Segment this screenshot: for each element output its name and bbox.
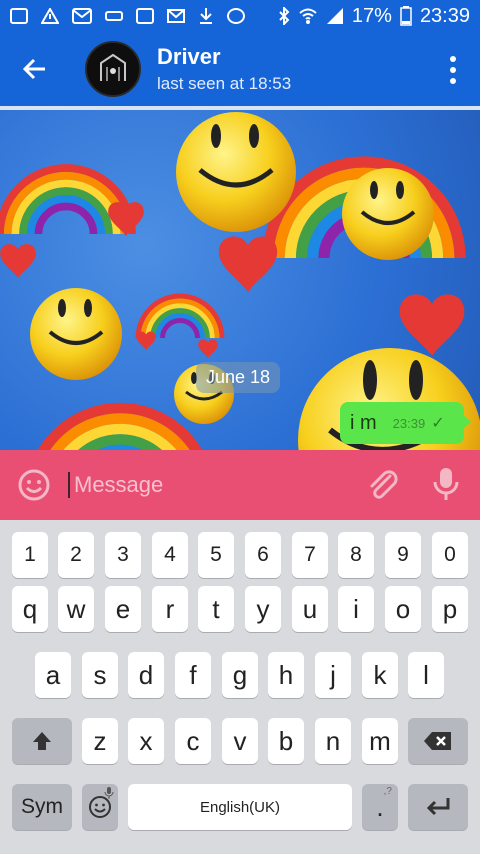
backspace-key[interactable] <box>408 718 468 764</box>
emoji-button[interactable] <box>0 450 68 520</box>
keyboard-icon <box>105 11 123 21</box>
message-input[interactable] <box>68 472 348 498</box>
key-f[interactable]: f <box>175 652 211 698</box>
key-v[interactable]: v <box>222 718 258 764</box>
notification-icons <box>10 7 245 25</box>
backspace-icon <box>424 732 451 750</box>
avatar[interactable] <box>85 41 141 97</box>
key-u[interactable]: u <box>292 586 328 632</box>
space-key[interactable]: English(UK) <box>128 784 352 830</box>
key-m[interactable]: m <box>362 718 398 764</box>
outgoing-message[interactable]: i m 23:39 ✓ <box>340 402 471 444</box>
key-0[interactable]: 0 <box>432 532 468 578</box>
date-separator: June 18 <box>196 362 281 393</box>
wifi-icon <box>299 8 317 24</box>
key-l[interactable]: l <box>408 652 444 698</box>
key-d[interactable]: d <box>128 652 164 698</box>
key-c[interactable]: c <box>175 718 211 764</box>
key-8[interactable]: 8 <box>338 532 374 578</box>
enter-key[interactable] <box>408 784 468 830</box>
status-bar: 17% 23:39 <box>0 0 480 32</box>
chat-header: Driver last seen at 18:53 <box>0 32 480 106</box>
key-e[interactable]: e <box>105 586 141 632</box>
shift-key[interactable] <box>12 718 72 764</box>
more-options-icon[interactable] <box>448 56 458 84</box>
key-h[interactable]: h <box>268 652 304 698</box>
key-3[interactable]: 3 <box>105 532 141 578</box>
key-o[interactable]: o <box>385 586 421 632</box>
microphone-icon[interactable] <box>432 466 460 502</box>
key-q[interactable]: q <box>12 586 48 632</box>
key-b[interactable]: b <box>268 718 304 764</box>
attach-icon[interactable] <box>366 468 400 502</box>
sym-key[interactable]: Sym <box>12 784 72 830</box>
message-time: 23:39 <box>392 415 426 431</box>
chat-wallpaper <box>0 112 480 450</box>
smiley-icon <box>18 469 50 501</box>
chat-title-block[interactable]: Driver last seen at 18:53 <box>157 44 291 94</box>
check-icon: ✓ <box>431 415 445 432</box>
keyboard: 1 2 3 4 5 6 7 8 9 0 q w e r t y u i o p … <box>0 520 480 854</box>
key-k[interactable]: k <box>362 652 398 698</box>
chat-title: Driver <box>157 44 221 69</box>
enter-icon <box>426 798 450 816</box>
image-icon <box>136 8 154 24</box>
bluetooth-icon <box>279 7 290 25</box>
key-9[interactable]: 9 <box>385 532 421 578</box>
key-r[interactable]: r <box>152 586 188 632</box>
key-n[interactable]: n <box>315 718 351 764</box>
key-6[interactable]: 6 <box>245 532 281 578</box>
gmail-icon <box>72 8 92 24</box>
key-g[interactable]: g <box>222 652 258 698</box>
key-a[interactable]: a <box>35 652 71 698</box>
key-i[interactable]: i <box>338 586 374 632</box>
chat-notification-icon <box>10 8 28 24</box>
key-p[interactable]: p <box>432 586 468 632</box>
key-w[interactable]: w <box>58 586 94 632</box>
arrow-back-icon <box>23 58 45 80</box>
shift-icon <box>33 732 51 750</box>
chat-area[interactable] <box>0 110 480 450</box>
key-5[interactable]: 5 <box>198 532 234 578</box>
avatar-image <box>87 43 139 95</box>
voice-hint-icon <box>104 787 114 799</box>
signal-icon <box>326 8 343 24</box>
key-1[interactable]: 1 <box>12 532 48 578</box>
key-s[interactable]: s <box>82 652 118 698</box>
period-hint: ,? <box>383 786 392 797</box>
key-y[interactable]: y <box>245 586 281 632</box>
message-text: i m <box>350 411 377 434</box>
key-2[interactable]: 2 <box>58 532 94 578</box>
key-x[interactable]: x <box>128 718 164 764</box>
battery-percent: 17% <box>351 4 392 27</box>
warning-icon <box>41 8 59 24</box>
battery-icon <box>400 6 412 26</box>
key-4[interactable]: 4 <box>152 532 188 578</box>
back-button[interactable] <box>0 32 70 106</box>
clock: 23:39 <box>419 4 470 27</box>
message-composer <box>0 450 480 520</box>
emoji-key[interactable] <box>82 784 118 830</box>
period-label: . <box>376 791 384 822</box>
key-7[interactable]: 7 <box>292 532 328 578</box>
key-z[interactable]: z <box>82 718 118 764</box>
download-icon <box>200 8 212 24</box>
period-key[interactable]: . ,? <box>362 784 398 830</box>
bubble-tail <box>462 414 471 430</box>
mail-icon <box>167 9 185 23</box>
key-t[interactable]: t <box>198 586 234 632</box>
app-notification-icon <box>227 8 245 24</box>
last-seen-status: last seen at 18:53 <box>157 74 292 93</box>
key-j[interactable]: j <box>315 652 351 698</box>
